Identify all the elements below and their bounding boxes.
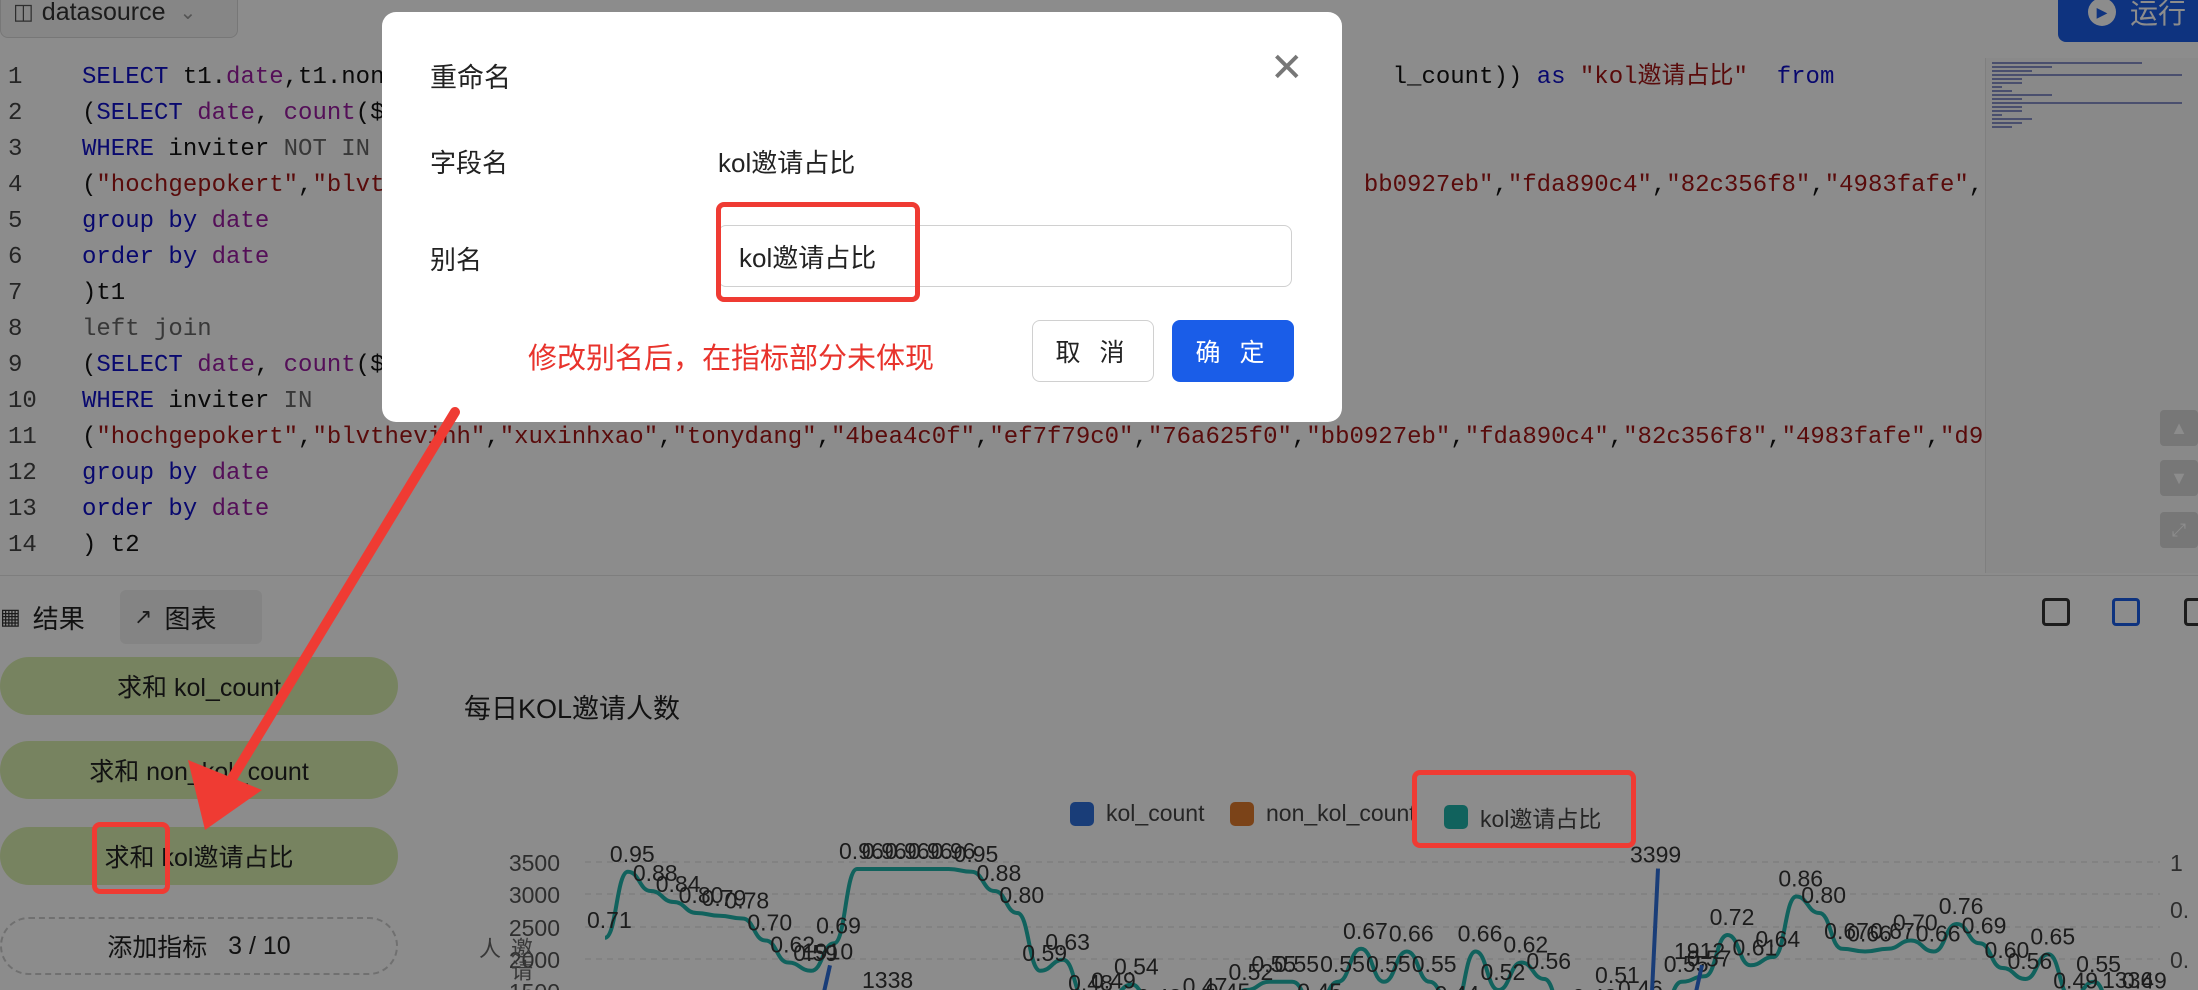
annotation-arrow (188, 407, 460, 830)
